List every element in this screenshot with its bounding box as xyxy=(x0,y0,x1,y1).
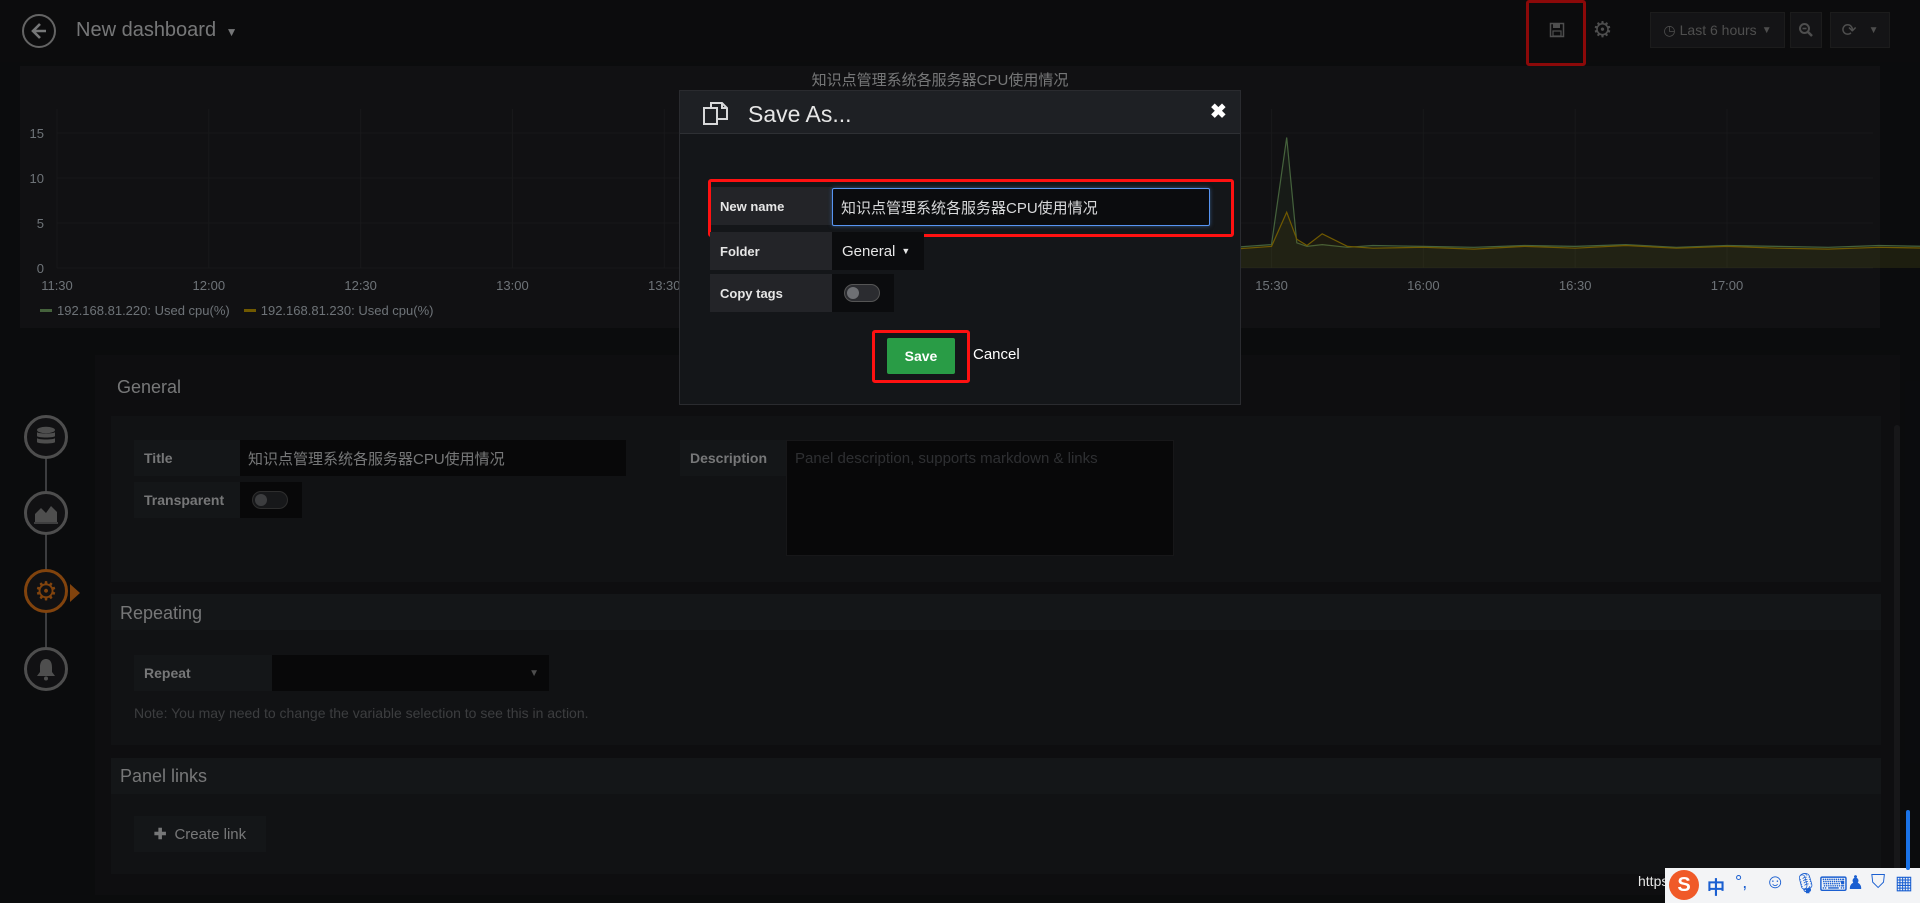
cancel-button[interactable]: Cancel xyxy=(973,346,1020,363)
folder-value: General xyxy=(842,242,896,260)
folder-select[interactable]: General ▼ xyxy=(832,232,924,270)
copy-tags-label: Copy tags xyxy=(710,274,832,312)
copy-icon xyxy=(703,102,728,125)
sogou-logo-icon[interactable]: S xyxy=(1669,870,1699,900)
modal-title: Save As... xyxy=(748,101,852,127)
copy-tags-switch[interactable] xyxy=(844,284,880,302)
punctuation-icon[interactable]: °, xyxy=(1735,872,1747,893)
close-icon[interactable]: ✖ xyxy=(1210,99,1227,124)
copy-tags-switch-box xyxy=(832,274,894,312)
grid-icon[interactable]: ▦ xyxy=(1895,872,1913,895)
scroll-indicator xyxy=(1906,810,1910,870)
shirt-icon[interactable]: ⛉ xyxy=(1871,872,1885,894)
user-icon[interactable]: ♟ xyxy=(1847,872,1864,895)
ime-toolbar: S 中 °, ☺ 🎙 ⌨ ♟ ⛉ ▦ xyxy=(1665,868,1920,903)
save-as-modal: Save As... ✖ New name 知识点管理系统各服务器CPU使用情况… xyxy=(679,90,1241,405)
emoji-icon[interactable]: ☺ xyxy=(1765,871,1785,894)
keyboard-icon[interactable]: ⌨ xyxy=(1819,872,1848,897)
save-button-highlight xyxy=(872,330,970,383)
modal-header: Save As... ✖ xyxy=(680,91,1240,134)
microphone-icon[interactable]: 🎙 xyxy=(1793,871,1818,896)
ime-language-toggle[interactable]: 中 xyxy=(1707,874,1725,900)
folder-label: Folder xyxy=(710,232,832,270)
new-name-highlight xyxy=(708,179,1234,237)
caret-down-icon: ▼ xyxy=(901,246,911,256)
